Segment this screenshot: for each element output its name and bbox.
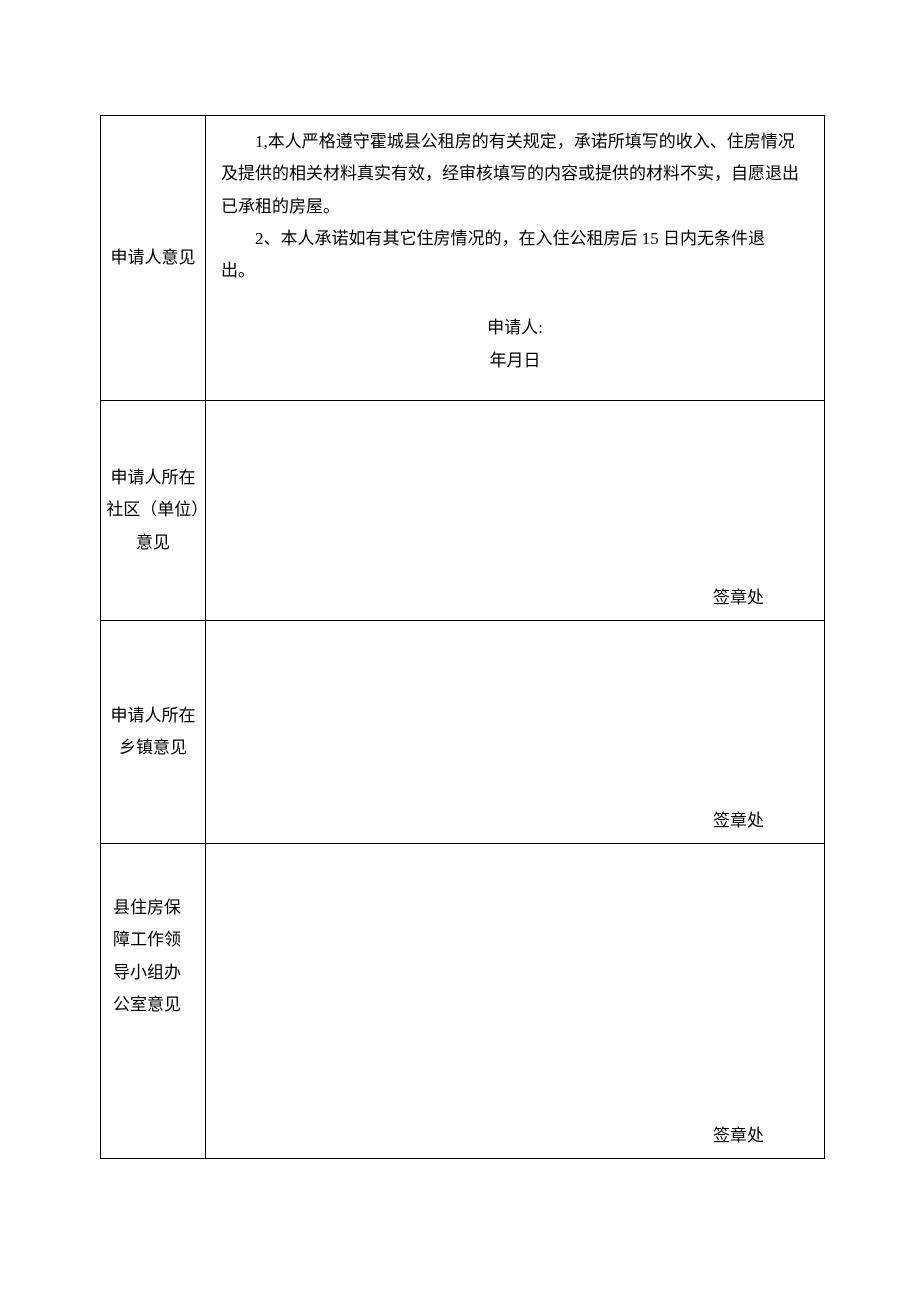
approval-form-table: 申请人意见 1,本人严格遵守霍城县公租房的有关规定，承诺所填写的收入、住房情况 … (100, 115, 825, 1159)
county-office-label-text: 县住房保障工作领导小组办公室意见 (103, 892, 203, 1021)
statement-text: 出。 (221, 255, 809, 287)
applicant-opinion-label: 申请人意见 (101, 116, 206, 401)
statement-text: 已承租的房屋。 (221, 191, 809, 223)
community-opinion-row: 申请人所在社区（单位）意见 签章处 (101, 401, 825, 621)
applicant-opinion-row: 申请人意见 1,本人严格遵守霍城县公租房的有关规定，承诺所填写的收入、住房情况 … (101, 116, 825, 401)
statement-text: 及提供的相关材料真实有效，经审核填写的内容或提供的材料不实，自愿退出 (221, 158, 809, 190)
date-label: 年月日 (221, 345, 809, 377)
seal-label: 签章处 (713, 582, 764, 614)
community-opinion-content: 签章处 (206, 401, 825, 621)
township-opinion-label: 申请人所在乡镇意见 (101, 621, 206, 844)
statement-text: 2、本人承诺如有其它住房情况的，在入住公租房后 15 日内无条件退 (221, 223, 809, 255)
seal-label: 签章处 (713, 805, 764, 837)
applicant-opinion-content: 1,本人严格遵守霍城县公租房的有关规定，承诺所填写的收入、住房情况 及提供的相关… (206, 116, 825, 401)
county-office-opinion-content: 签章处 (206, 844, 825, 1159)
statement-text: 1,本人严格遵守霍城县公租房的有关规定，承诺所填写的收入、住房情况 (221, 126, 809, 158)
community-opinion-label: 申请人所在社区（单位）意见 (101, 401, 206, 621)
applicant-signature-label: 申请人: (221, 312, 809, 344)
county-office-opinion-row: 县住房保障工作领导小组办公室意见 签章处 (101, 844, 825, 1159)
seal-label: 签章处 (713, 1120, 764, 1152)
township-opinion-row: 申请人所在乡镇意见 签章处 (101, 621, 825, 844)
county-office-opinion-label: 县住房保障工作领导小组办公室意见 (101, 844, 206, 1159)
township-opinion-content: 签章处 (206, 621, 825, 844)
